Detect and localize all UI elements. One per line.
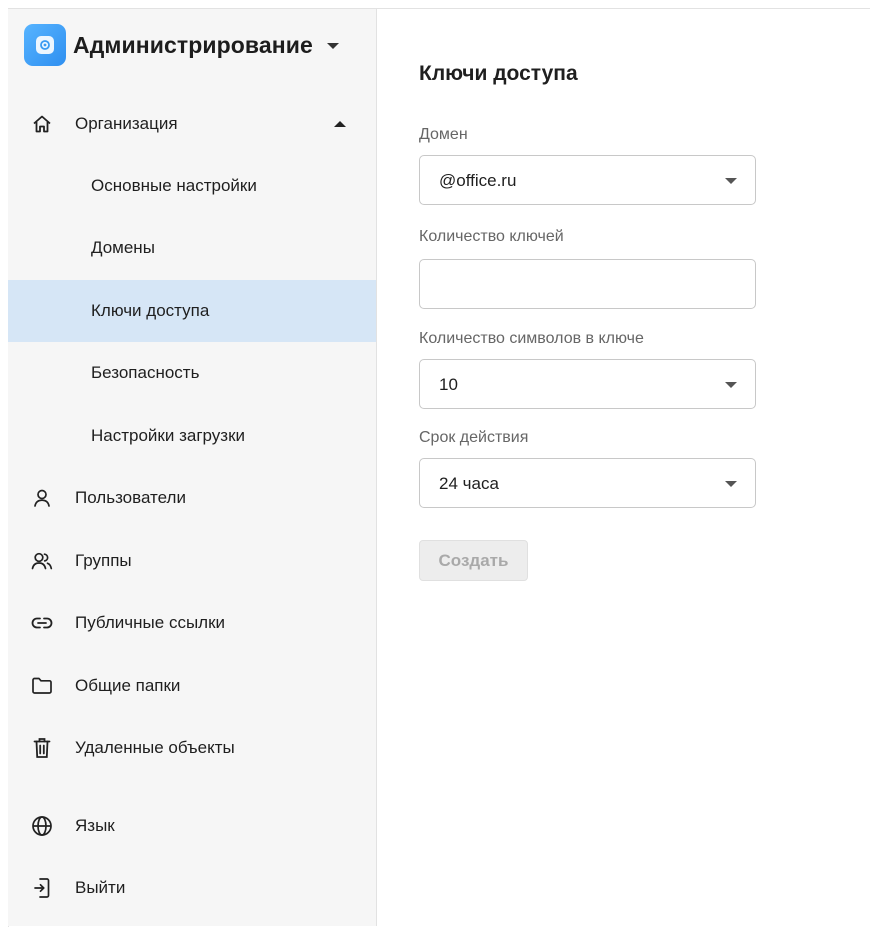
key-length-label: Количество символов в ключе xyxy=(419,330,644,347)
page-title: Ключи доступа xyxy=(419,62,578,85)
sidebar-item-label: Публичные ссылки xyxy=(75,613,226,632)
sidebar-item-public-links[interactable]: Публичные ссылки xyxy=(8,592,376,654)
sidebar-item-label: Организация xyxy=(75,114,178,133)
sidebar-item-organization[interactable]: Организация xyxy=(8,93,376,155)
home-icon xyxy=(31,113,53,135)
sidebar-item-logout[interactable]: Выйти xyxy=(8,857,376,919)
key-length-select[interactable]: 10 xyxy=(419,359,756,409)
sidebar: Администрирование Организация Основные н… xyxy=(8,9,377,926)
key-count-label: Количество ключей xyxy=(419,228,564,245)
sidebar-subitem-upload-settings[interactable]: Настройки загрузки xyxy=(8,405,376,467)
app-title: Администрирование xyxy=(73,31,313,58)
chevron-up-icon xyxy=(334,121,346,127)
create-button[interactable]: Создать xyxy=(419,540,528,581)
domain-label: Домен xyxy=(419,126,468,143)
sidebar-subitem-access-keys[interactable]: Ключи доступа xyxy=(8,280,376,342)
sidebar-item-deleted-objects[interactable]: Удаленные объекты xyxy=(8,717,376,779)
sidebar-item-label: Выйти xyxy=(75,878,126,897)
validity-select-value: 24 часа xyxy=(439,474,499,493)
sidebar-item-label: Общие папки xyxy=(75,676,181,695)
sidebar-subitem-domains[interactable]: Домены xyxy=(8,217,376,279)
sidebar-item-label: Основные настройки xyxy=(91,176,257,195)
key-count-input[interactable] xyxy=(419,259,756,309)
sidebar-subitem-security[interactable]: Безопасность xyxy=(8,342,376,404)
sidebar-item-label: Домены xyxy=(91,238,155,257)
sidebar-item-label: Пользователи xyxy=(75,488,186,507)
folder-icon xyxy=(31,675,53,697)
chevron-down-icon xyxy=(725,382,737,388)
key-length-select-value: 10 xyxy=(439,375,458,394)
sidebar-item-label: Группы xyxy=(75,551,132,570)
sidebar-subitem-basic-settings[interactable]: Основные настройки xyxy=(8,155,376,217)
chevron-down-icon xyxy=(725,481,737,487)
sidebar-item-shared-folders[interactable]: Общие папки xyxy=(8,655,376,717)
sidebar-item-label: Ключи доступа xyxy=(91,301,210,320)
sidebar-item-label: Удаленные объекты xyxy=(75,738,235,757)
globe-icon xyxy=(31,815,53,837)
users-icon xyxy=(31,550,53,572)
gear-logo-icon xyxy=(24,24,66,66)
domain-select-value: @office.ru xyxy=(439,171,517,190)
domain-select[interactable]: @office.ru xyxy=(419,155,756,205)
sidebar-item-groups[interactable]: Группы xyxy=(8,530,376,592)
sidebar-item-label: Язык xyxy=(75,816,115,835)
validity-label: Срок действия xyxy=(419,429,529,446)
sidebar-item-label: Безопасность xyxy=(91,363,200,382)
validity-select[interactable]: 24 часа xyxy=(419,458,756,508)
sidebar-item-language[interactable]: Язык xyxy=(8,795,376,857)
chevron-down-icon xyxy=(725,178,737,184)
trash-icon xyxy=(31,737,53,759)
sidebar-item-label: Настройки загрузки xyxy=(91,426,246,445)
admin-menu-switcher[interactable]: Администрирование xyxy=(24,24,339,66)
user-icon xyxy=(31,487,53,509)
sidebar-item-users[interactable]: Пользователи xyxy=(8,467,376,529)
link-icon xyxy=(31,612,53,634)
logout-icon xyxy=(31,877,53,899)
chevron-down-icon xyxy=(326,43,339,49)
